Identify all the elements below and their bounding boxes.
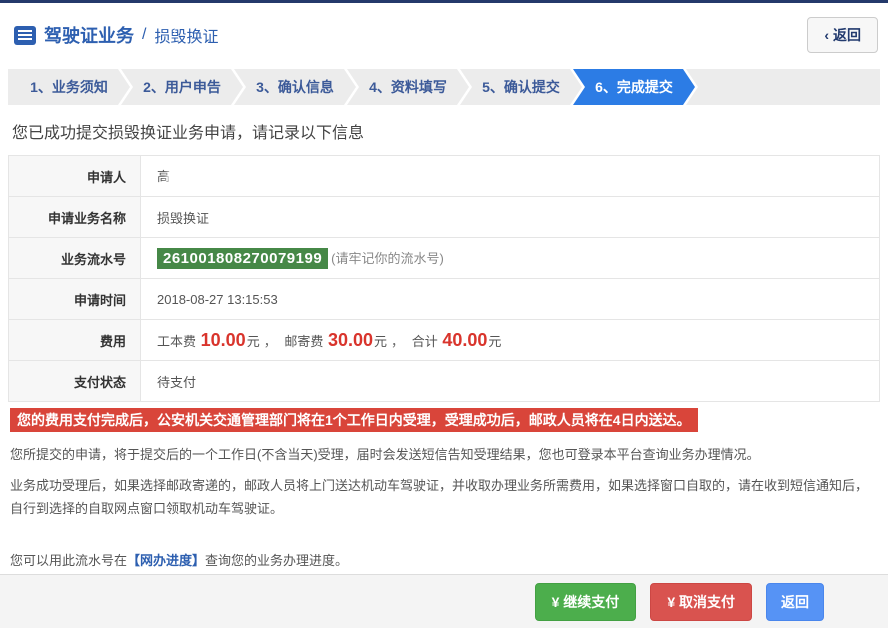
step-6-complete: 6、完成提交 — [573, 69, 695, 105]
instruction-paragraph-2: 业务成功受理后，如果选择邮政寄递的，邮政人员将上门送达机动车驾驶证，并收取办理业… — [10, 477, 869, 516]
table-row-fee: 费用 工本费 10.00元， 邮寄费 30.00元， 合计 40.00元 — [8, 319, 880, 361]
fee-item1-amount: 10.00 — [200, 329, 246, 350]
apply-time-value: 2018-08-27 13:15:53 — [140, 278, 880, 320]
action-footer: ¥ 继续支付 ¥ 取消支付 返回 — [0, 574, 888, 628]
cancel-payment-button[interactable]: ¥ 取消支付 — [650, 582, 752, 621]
apply-time-label: 申请时间 — [8, 278, 141, 320]
business-name-value: 损毁换证 — [140, 196, 880, 238]
fee-total-amount: 40.00 — [442, 329, 488, 350]
application-info-table: 申请人 高 申请业务名称 损毁换证 业务流水号 2610018082700791… — [8, 155, 880, 402]
fee-unit-3: 元 — [488, 333, 502, 349]
page-header: 驾驶证业务 / 损毁换证 ‹ 返回 — [0, 3, 888, 65]
table-row-serial: 业务流水号 261001808270079199 (请牢记你的流水号) — [8, 237, 880, 279]
pay-status-label: 支付状态 — [8, 360, 141, 402]
applicant-label: 申请人 — [8, 155, 141, 197]
fee-item2-amount: 30.00 — [327, 329, 374, 350]
instruction-paragraph-3: 您可以用此流水号在【网办进度】查询您的业务办理进度。 — [10, 550, 878, 573]
fee-item1-label: 工本费 — [157, 333, 197, 349]
table-row-applicant: 申请人 高 — [8, 155, 880, 197]
business-name-label: 申请业务名称 — [8, 196, 141, 238]
step-3-confirm-info: 3、确认信息 — [234, 69, 356, 105]
table-row-apply-time: 申请时间 2018-08-27 13:15:53 — [8, 278, 880, 320]
form-list-icon — [14, 25, 36, 45]
step-bar-filler — [686, 69, 880, 105]
table-row-pay-status: 支付状态 待支付 — [8, 360, 880, 402]
fee-comma-1: ， — [263, 333, 277, 349]
payment-warning-banner: 您的费用支付完成后，公安机关交通管理部门将在1个工作日内受理，受理成功后，邮政人… — [10, 408, 698, 433]
serial-number-badge: 261001808270079199 — [157, 247, 329, 269]
instruction-paragraph-1: 您所提交的申请，将于提交后的一个工作日(不含当天)受理，届时会发送短信告知受理结… — [10, 447, 760, 463]
breadcrumb-separator: / — [142, 26, 147, 43]
fee-label: 费用 — [8, 319, 141, 361]
page-title: 驾驶证业务 — [44, 26, 134, 46]
fee-item2-label: 邮寄费 — [284, 333, 324, 349]
step-progress-bar: 1、业务须知 2、用户申告 3、确认信息 4、资料填写 5、确认提交 6、完成提… — [8, 69, 880, 105]
main-content: 您已成功提交损毁换证业务申请，请记录以下信息 申请人 高 申请业务名称 损毁换证… — [0, 105, 888, 573]
top-back-label: 返回 — [833, 27, 861, 43]
step-4-fill-data: 4、资料填写 — [347, 69, 469, 105]
progress-text-suffix: 查询您的业务办理进度。 — [205, 553, 349, 569]
applicant-value: 高 — [157, 169, 171, 185]
serial-note: (请牢记你的流水号) — [331, 250, 444, 266]
instructions: 您所提交的申请，将于提交后的一个工作日(不含当天)受理，届时会发送短信告知受理结… — [8, 432, 880, 573]
fee-unit-2: 元 — [374, 333, 388, 349]
breadcrumb: 驾驶证业务 / 损毁换证 — [14, 22, 218, 48]
step-5-confirm-submit: 5、确认提交 — [460, 69, 582, 105]
table-row-business-name: 申请业务名称 损毁换证 — [8, 196, 880, 238]
page-subtitle: 损毁换证 — [154, 29, 219, 46]
pay-status-value: 待支付 — [140, 360, 880, 402]
step-1-notice: 1、业务须知 — [8, 69, 130, 105]
chevron-left-icon: ‹ — [824, 27, 829, 43]
fee-value: 工本费 10.00元， 邮寄费 30.00元， 合计 40.00元 — [140, 319, 880, 361]
fee-comma-2: ， — [391, 333, 405, 349]
fee-unit-1: 元 — [246, 333, 260, 349]
success-message: 您已成功提交损毁换证业务申请，请记录以下信息 — [12, 125, 365, 142]
redacted-name-blur — [172, 169, 231, 186]
serial-label: 业务流水号 — [8, 237, 141, 279]
continue-payment-button[interactable]: ¥ 继续支付 — [534, 582, 637, 621]
progress-text-prefix: 您可以用此流水号在 — [10, 553, 128, 569]
bottom-back-button[interactable]: 返回 — [766, 582, 824, 621]
fee-total-label: 合计 — [411, 333, 438, 349]
online-progress-link[interactable]: 【网办进度】 — [127, 553, 205, 568]
top-back-button[interactable]: ‹ 返回 — [807, 17, 878, 53]
step-2-declare: 2、用户申告 — [121, 69, 243, 105]
